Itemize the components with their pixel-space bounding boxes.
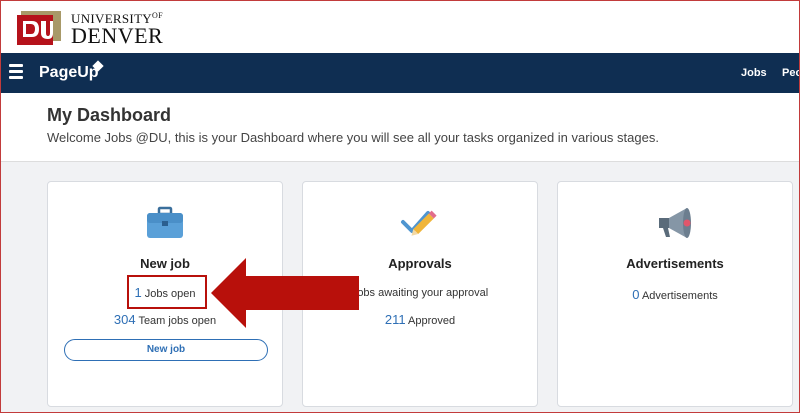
nav-link-jobs[interactable]: Jobs <box>741 67 767 79</box>
university-name: DENVER <box>71 23 164 48</box>
team-jobs-label: Team jobs open <box>138 315 217 327</box>
du-logo-icon <box>17 11 61 45</box>
pageup-brand[interactable]: PageUp <box>39 64 99 82</box>
advertisements-line[interactable]: 0 Advertisements <box>558 287 792 302</box>
advertisements-label: Advertisements <box>641 290 718 302</box>
advertisements-card: Advertisements 0 Advertisements <box>557 181 793 407</box>
advertisements-count[interactable]: 0 <box>632 287 639 302</box>
approved-label: Approved <box>408 315 456 327</box>
university-logo-bar: UNIVERSITYOF DENVER <box>1 1 799 53</box>
highlight-box <box>127 275 207 309</box>
approved-count[interactable]: 211 <box>385 312 406 327</box>
top-nav: PageUp Jobs Peop <box>1 53 799 93</box>
welcome-message: Welcome Jobs @DU, this is your Dashboard… <box>47 130 659 145</box>
page-title: My Dashboard <box>47 105 172 125</box>
annotation-arrow-icon <box>211 258 359 328</box>
dashboard-content: New job 1 Jobs open 304 Team jobs open N… <box>1 162 799 412</box>
nav-link-people[interactable]: Peop <box>782 67 799 79</box>
briefcase-icon <box>147 206 183 238</box>
team-jobs-count[interactable]: 304 <box>114 312 136 327</box>
pencil-check-icon <box>401 210 437 236</box>
dashboard-header: My Dashboard Welcome Jobs @DU, this is y… <box>1 93 799 162</box>
megaphone-icon <box>659 208 691 238</box>
new-job-button[interactable]: New job <box>64 339 268 361</box>
hamburger-icon[interactable] <box>9 64 25 80</box>
screenshot-frame: UNIVERSITYOF DENVER PageUp Jobs Peop My … <box>0 0 800 413</box>
advertisements-title: Advertisements <box>626 256 724 271</box>
